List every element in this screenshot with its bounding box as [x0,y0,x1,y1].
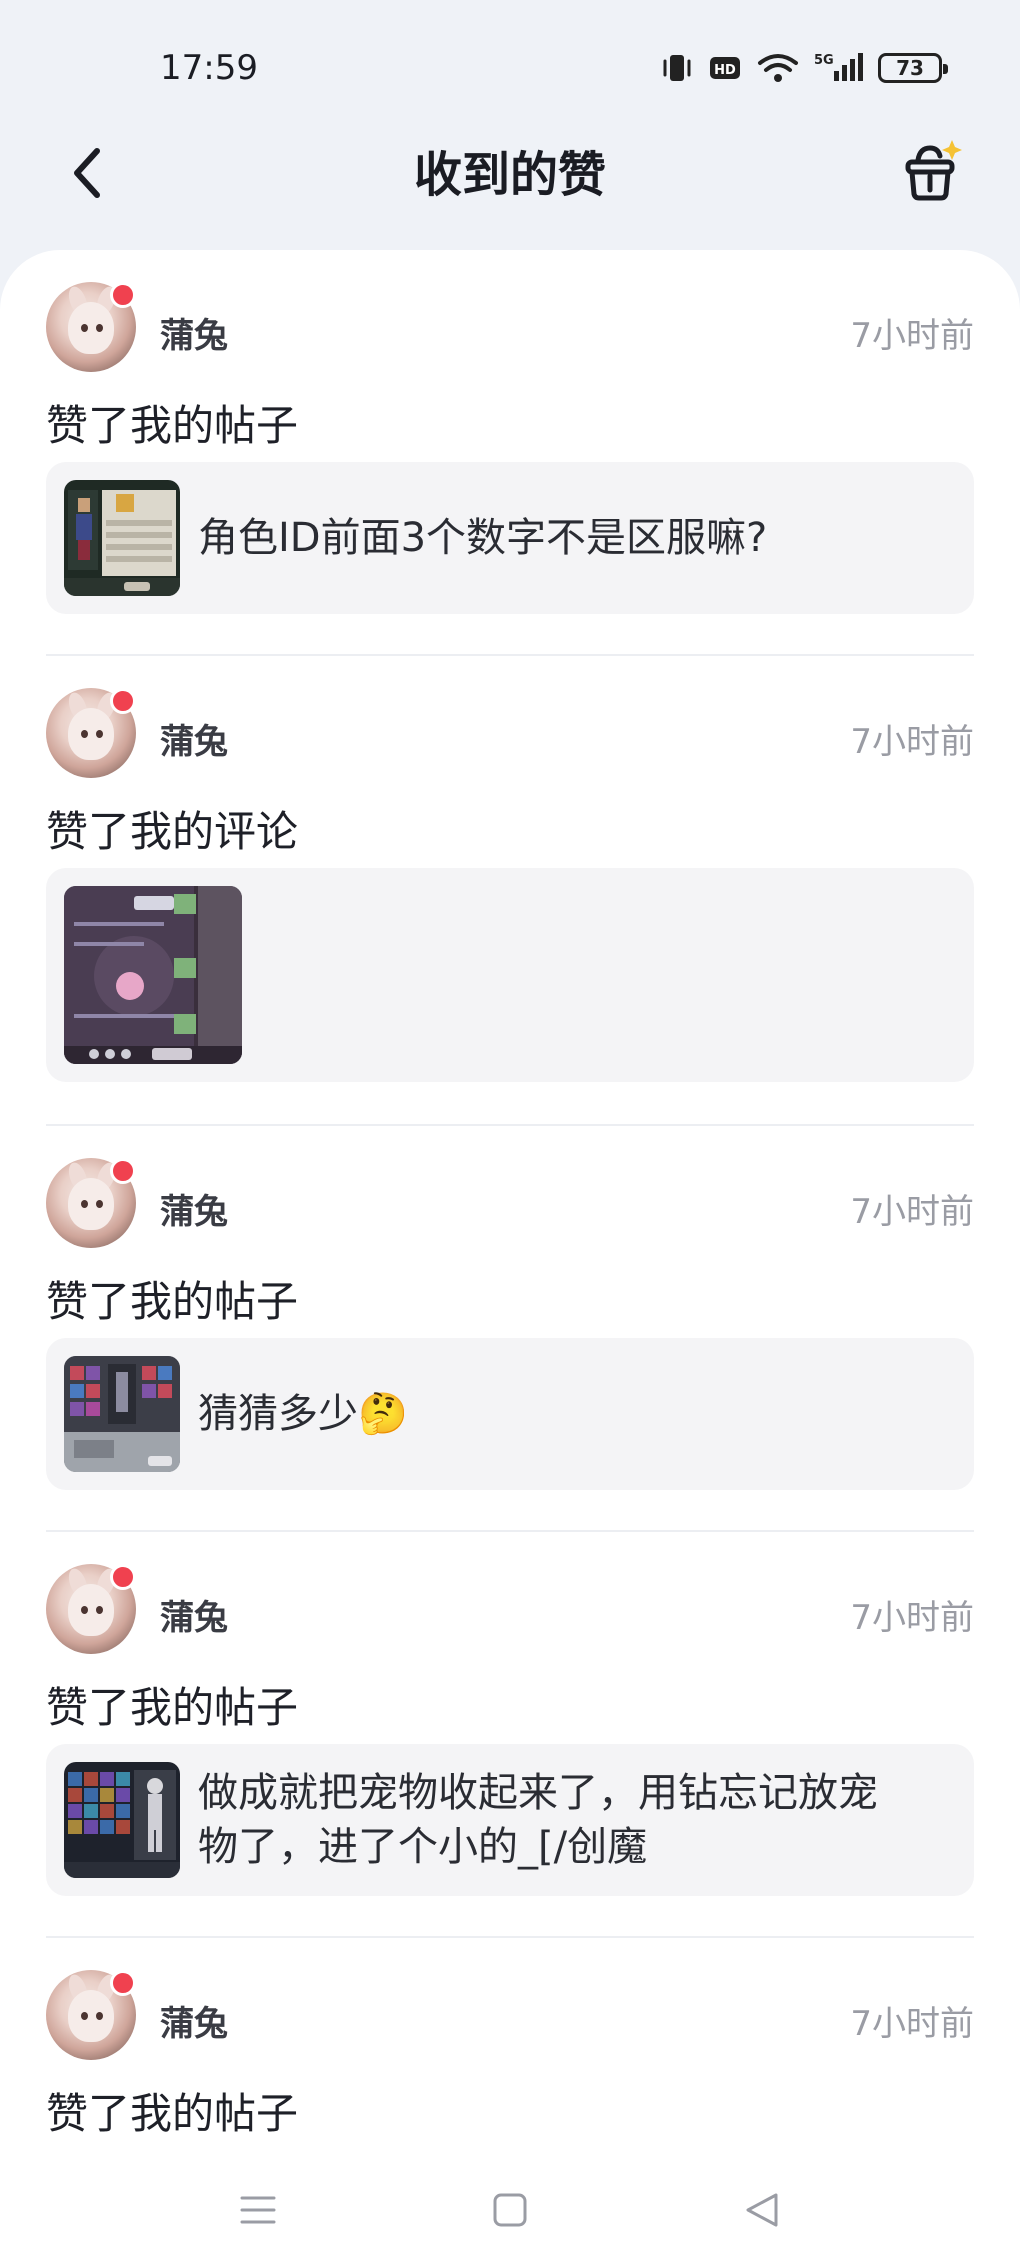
list-item[interactable]: 蒲兔 7小时前 赞了我的帖子 [46,250,974,656]
action-text: 赞了我的帖子 [46,1683,299,1732]
signal-icon: 5G [814,51,864,85]
system-nav-bar [0,2150,1020,2267]
post-card[interactable]: 角色ID前面3个数字不是区服嘛? [46,462,974,614]
gift-button[interactable] [892,132,972,212]
list-item[interactable]: 蒲兔 7小时前 赞了我的评论 [46,656,974,1126]
post-thumbnail [64,1762,180,1878]
username[interactable]: 蒲兔 [160,1184,228,1233]
post-text: 角色ID前面3个数字不是区服嘛? [198,515,768,561]
status-bar: 17:59 HD 5G 73 [0,0,1020,130]
unread-dot [110,688,136,714]
unread-dot [110,282,136,308]
header: 收到的赞 [0,120,1020,230]
post-text-line: 猜猜多少🤔 [198,1387,958,1441]
username[interactable]: 蒲兔 [160,714,228,763]
status-time: 17:59 [160,48,258,88]
battery-icon: 73 [878,53,948,83]
post-text-line-1: 做成就把宠物收起来了，用钻忘记放宠 [198,1770,878,1816]
post-text: 做成就把宠物收起来了，用钻忘记放宠 物了，进了个小的_[/创魔 [198,1766,958,1874]
home-button[interactable] [480,2180,540,2240]
home-icon [493,2193,527,2227]
comment-image [64,886,242,1064]
unread-dot [110,1158,136,1184]
action-text: 赞了我的帖子 [46,2089,299,2138]
post-thumbnail [64,1356,180,1472]
post-text: 猜猜多少 [198,1391,358,1437]
username[interactable]: 蒲兔 [160,1590,228,1639]
comment-card[interactable] [46,868,974,1082]
list-item[interactable]: 蒲兔 7小时前 赞了我的帖子 [46,1532,974,1938]
network-label: 5G [814,53,834,68]
wifi-icon [756,51,800,85]
unread-dot [110,1970,136,1996]
thinking-emoji-icon: 🤔 [358,1391,408,1437]
post-thumbnail [64,480,180,596]
action-text: 赞了我的帖子 [46,401,299,450]
system-back-button[interactable] [732,2180,792,2240]
back-triangle-icon [746,2193,778,2227]
status-icons: HD 5G 73 [660,48,948,88]
unread-dot [110,1564,136,1590]
hd-icon: HD [708,51,742,85]
timestamp: 7小时前 [850,722,974,762]
post-card[interactable]: 猜猜多少🤔 [46,1338,974,1490]
likes-list: 蒲兔 7小时前 赞了我的帖子 角色ID前面3个数字不是区服嘛? 蒲兔 7小时前 … [0,250,1020,2150]
timestamp: 7小时前 [850,316,974,356]
timestamp: 7小时前 [850,1598,974,1638]
svg-text:HD: HD [714,63,736,78]
action-text: 赞了我的评论 [46,807,299,856]
page-title: 收到的赞 [413,147,606,203]
action-text: 赞了我的帖子 [46,1277,299,1326]
username[interactable]: 蒲兔 [160,1996,228,2045]
timestamp: 7小时前 [850,1192,974,1232]
list-item[interactable]: 蒲兔 7小时前 赞了我的帖子 [46,1126,974,1532]
vibrate-icon [660,51,694,85]
list-item[interactable]: 蒲兔 7小时前 赞了我的帖子 [46,1938,974,2150]
menu-icon [240,2196,276,2224]
gift-basket-icon [905,140,962,201]
timestamp: 7小时前 [850,2004,974,2044]
post-card[interactable]: 做成就把宠物收起来了，用钻忘记放宠 物了，进了个小的_[/创魔 [46,1744,974,1896]
menu-button[interactable] [228,2180,288,2240]
username[interactable]: 蒲兔 [160,308,228,357]
post-text-line-2: 物了，进了个小的_[/创魔 [198,1824,648,1870]
